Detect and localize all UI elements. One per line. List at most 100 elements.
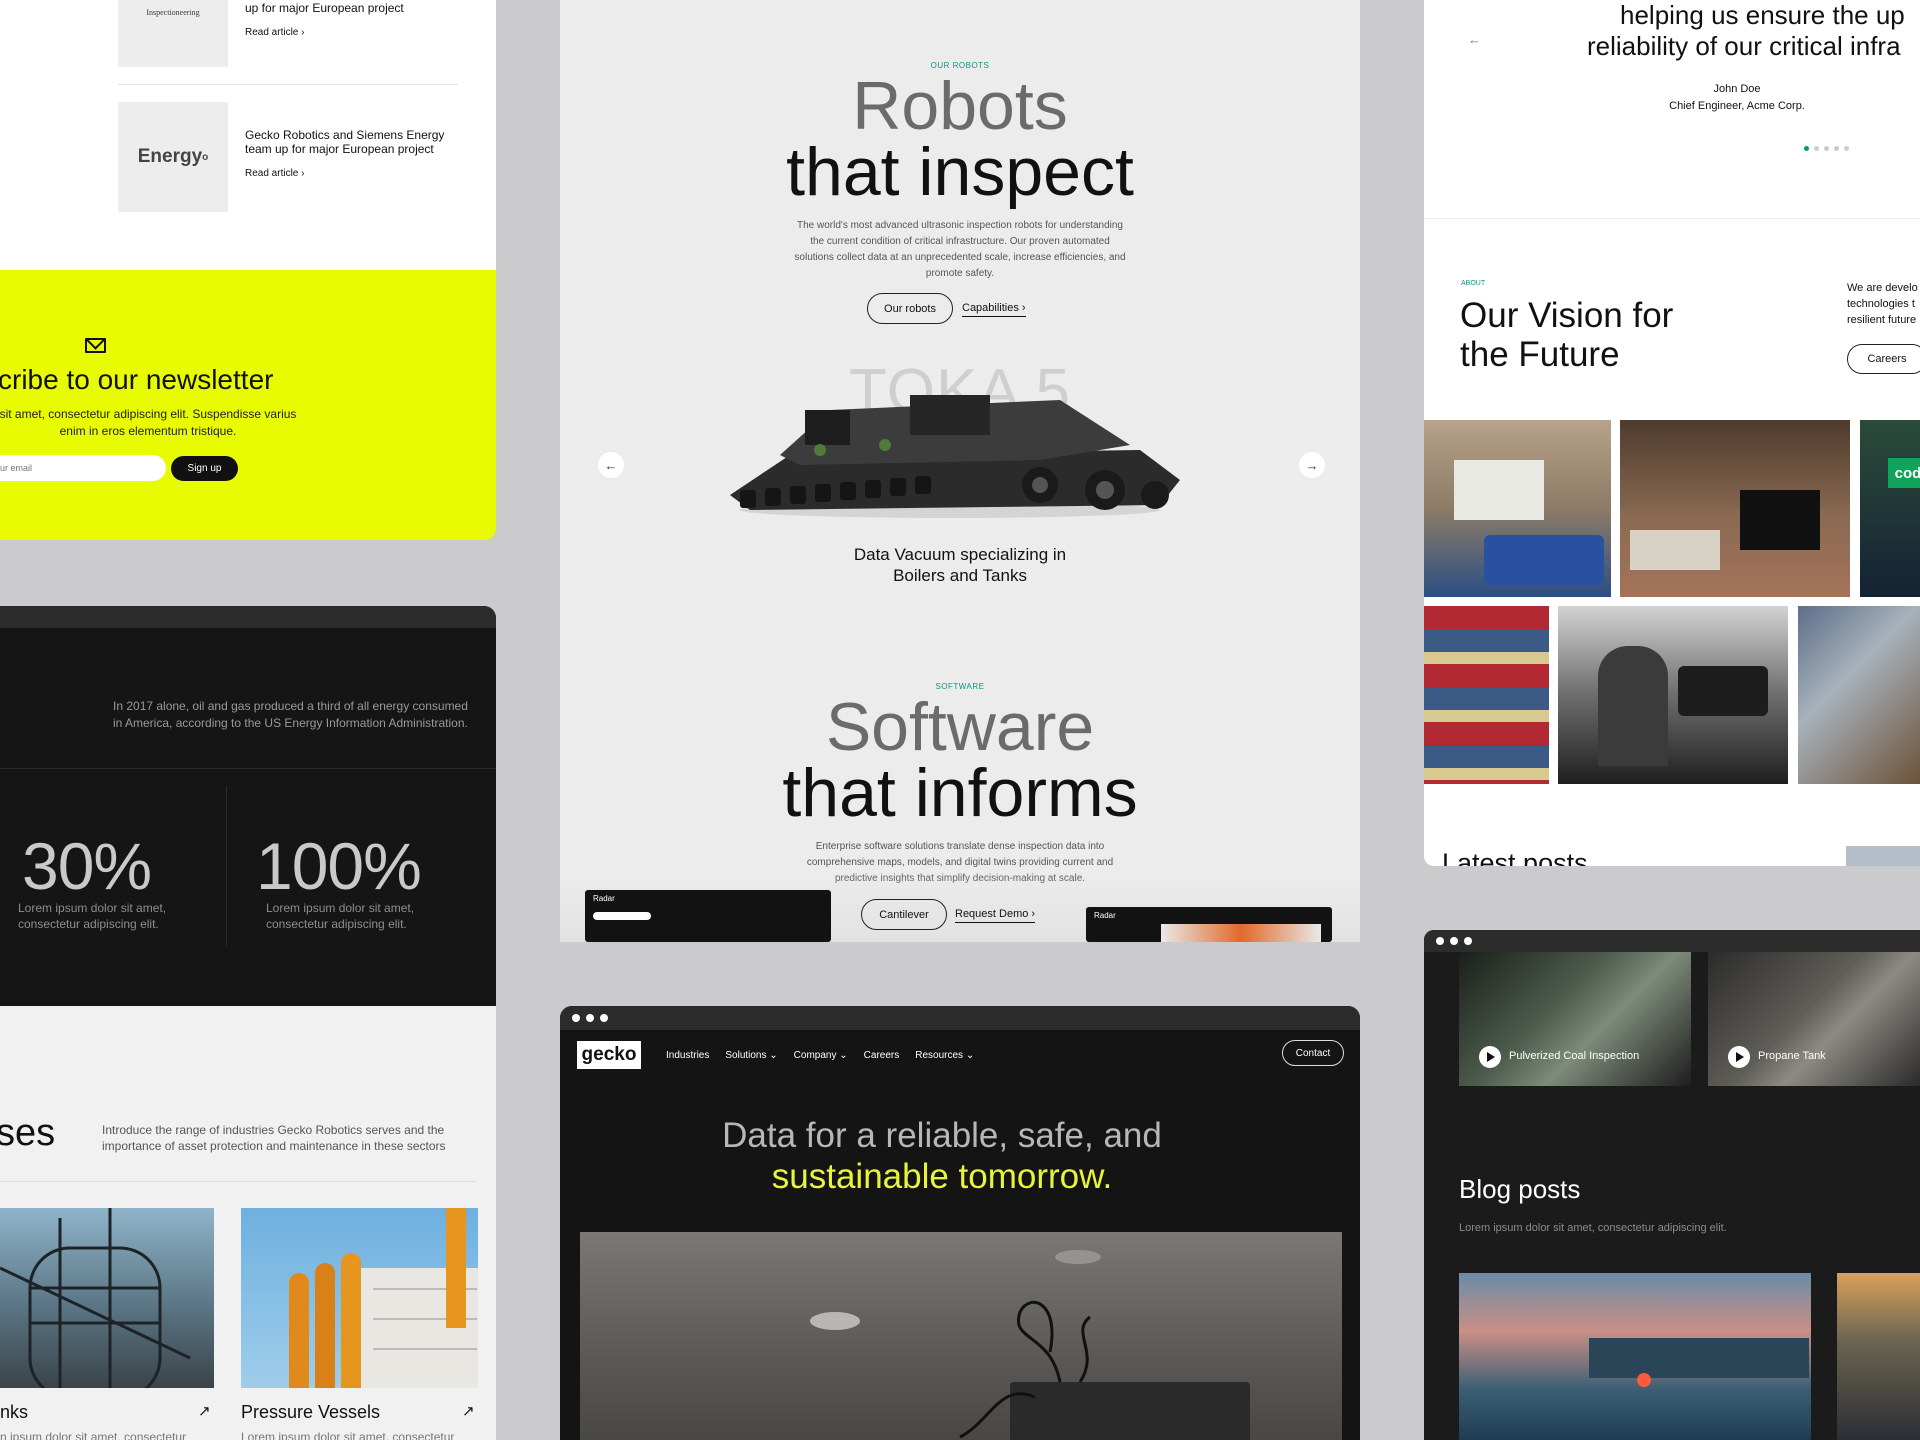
radar-label: Radar: [593, 894, 615, 903]
nav-resources-label: Resources: [915, 1050, 964, 1061]
radar-label: Radar: [1094, 911, 1116, 920]
email-input[interactable]: [0, 455, 166, 481]
chevron-down-icon: ⌄: [839, 1050, 848, 1061]
window-titlebar: [0, 606, 496, 628]
article-card[interactable]: Inspectioneering up for major European p…: [118, 0, 458, 67]
hero-title-accent: sustainable tomorrow.: [771, 1157, 1113, 1196]
play-icon[interactable]: [1728, 1046, 1750, 1068]
inspectioneering-logo-text: Inspectioneering: [146, 7, 200, 17]
sun-graphic: [1637, 1373, 1651, 1387]
carousel-prev-button[interactable]: ←: [598, 452, 624, 478]
stat-value: 30%: [22, 829, 152, 903]
article-card[interactable]: Energy o Gecko Robotics and Siemens Energ…: [118, 102, 458, 212]
news-articles-panel: Inspectioneering up for major European p…: [0, 0, 496, 270]
blog-post-image[interactable]: [1837, 1273, 1920, 1440]
stat-caption: Lorem ipsum dolor sit amet, consectetur …: [266, 901, 415, 931]
arrow-up-right-icon[interactable]: ↗: [462, 1402, 475, 1420]
blog-subtitle: Lorem ipsum dolor sit amet, consectetur …: [1459, 1222, 1727, 1234]
stat-value: 100%: [256, 829, 422, 903]
gecko-logo[interactable]: gecko: [577, 1041, 641, 1069]
stat-caption: Lorem ipsum dolor sit amet, consectetur …: [18, 901, 167, 931]
industry-card-body: n ipsum dolor sit amet, consectetur: [0, 1430, 187, 1440]
badge-text: cod: [1894, 464, 1920, 482]
carousel-next-button[interactable]: →: [1299, 452, 1325, 478]
article-logo: Inspectioneering: [118, 0, 228, 67]
badge: cod: [1888, 458, 1920, 488]
industry-card-title[interactable]: Pressure Vessels: [241, 1402, 380, 1423]
about-eyebrow: ABOUT: [1461, 280, 1486, 287]
divider: [118, 84, 458, 85]
arrow-up-right-icon[interactable]: ↗: [198, 1402, 211, 1420]
author-role: Chief Engineer, Acme Corp.: [1669, 100, 1805, 112]
software-title-dark: that informs: [782, 755, 1138, 831]
request-demo-link[interactable]: Request Demo ›: [955, 908, 1036, 923]
radar-app-screenshot: Radar: [1086, 907, 1332, 942]
window-controls[interactable]: [1436, 937, 1472, 945]
cantilever-button[interactable]: Cantilever: [861, 899, 947, 930]
workspace-photo: [1620, 420, 1850, 597]
video-thumbnail[interactable]: Propane Tank: [1708, 952, 1920, 1086]
vision-side-text: We are develo technologies t resilient f…: [1847, 282, 1918, 326]
main-nav: Industries Solutions ⌄ Company ⌄ Careers…: [666, 1050, 974, 1061]
divider: [0, 768, 496, 769]
chevron-down-icon: ⌄: [769, 1050, 778, 1061]
robots-software-panel: OUR ROBOTS Robots that inspect The world…: [560, 0, 1360, 942]
play-icon[interactable]: [1479, 1046, 1501, 1068]
industrial-structure-graphic: [0, 1208, 191, 1388]
robots-title-dark: that inspect: [786, 134, 1134, 210]
video-title: Propane Tank: [1758, 1050, 1826, 1062]
about-panel: ← helping us ensure the up reliability o…: [1424, 0, 1920, 866]
window-titlebar: [1424, 930, 1920, 952]
robots-title-light: Robots: [852, 68, 1068, 144]
read-article-link[interactable]: Read article ›: [245, 27, 304, 38]
team-photo: cod: [1860, 420, 1920, 597]
industries-heading: ses: [0, 1112, 56, 1154]
blog-post-image[interactable]: [1459, 1273, 1811, 1440]
nav-resources[interactable]: Resources ⌄: [915, 1050, 974, 1061]
newsletter-panel: cribe to our newsletter sit amet, consec…: [0, 270, 496, 540]
divider: [226, 786, 227, 946]
arrow-left-icon[interactable]: ←: [1468, 32, 1481, 47]
logo-text: gecko: [581, 1044, 637, 1065]
nav-company-label: Company: [793, 1050, 837, 1061]
vision-title-line-1: Our Vision for: [1460, 296, 1674, 335]
pressure-vessels-image: [241, 1208, 478, 1388]
mail-icon: [85, 331, 106, 353]
aerial-office-photo: [1798, 606, 1920, 784]
signup-button[interactable]: Sign up: [171, 456, 238, 481]
video-thumbnail[interactable]: Pulverized Coal Inspection: [1459, 952, 1691, 1086]
containers-photo: [1424, 606, 1549, 784]
hero-title-light: Data for a reliable, safe, and: [722, 1116, 1162, 1155]
contact-button[interactable]: Contact: [1282, 1040, 1344, 1066]
video-title: Pulverized Coal Inspection: [1509, 1050, 1640, 1062]
camera-crew-photo: [1558, 606, 1788, 784]
divider: [1424, 218, 1920, 219]
stats-intro: In 2017 alone, oil and gas produced a th…: [113, 699, 468, 730]
radar-app-screenshot: Radar: [585, 890, 831, 942]
industry-card-title[interactable]: nks: [0, 1402, 28, 1423]
toka-robot-image: [730, 395, 1180, 518]
product-caption: Data Vacuum specializing in Boilers and …: [853, 545, 1067, 585]
vision-title-line-2: the Future: [1460, 335, 1620, 374]
careers-button[interactable]: Careers: [1847, 344, 1920, 374]
energy-logo-text: Energy: [137, 146, 203, 167]
article-title: up for major European project: [245, 1, 404, 15]
post-thumbnail: [1846, 846, 1920, 866]
quote-line-1: helping us ensure the up: [1620, 0, 1905, 30]
read-article-link[interactable]: Read article ›: [245, 168, 304, 179]
carousel-dots[interactable]: [1804, 146, 1849, 151]
nav-industries[interactable]: Industries: [666, 1050, 709, 1061]
blog-title: Blog posts: [1459, 1174, 1581, 1204]
window-titlebar: [560, 1006, 1360, 1030]
nav-careers[interactable]: Careers: [864, 1050, 900, 1061]
newsletter-body: sit amet, consectetur adipiscing elit. S…: [0, 407, 297, 438]
our-robots-button[interactable]: Our robots: [867, 293, 953, 324]
energy-logo: Energy o: [118, 102, 228, 212]
quote-line-2: reliability of our critical infra: [1587, 31, 1901, 61]
nav-company[interactable]: Company ⌄: [794, 1050, 848, 1061]
window-controls[interactable]: [572, 1014, 608, 1022]
nav-solutions[interactable]: Solutions ⌄: [725, 1050, 777, 1061]
robots-body: The world's most advanced ultrasonic ins…: [794, 220, 1126, 279]
chevron-down-icon: ⌄: [965, 1050, 975, 1061]
capabilities-link[interactable]: Capabilities ›: [962, 302, 1026, 317]
